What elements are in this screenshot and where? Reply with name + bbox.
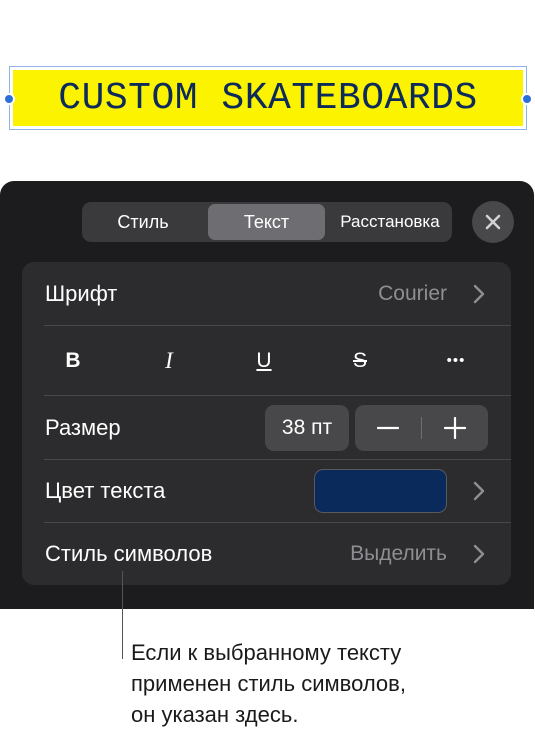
callout-line-2: применен стиль символов, (131, 671, 406, 696)
format-buttons-row: B I U S ••• (22, 326, 511, 395)
format-panel: Стиль Текст Расстановка Шрифт Courier B … (0, 181, 534, 609)
font-row[interactable]: Шрифт Courier (22, 262, 511, 325)
minus-icon (377, 426, 399, 430)
close-icon (485, 214, 501, 230)
more-options-button[interactable]: ••• (436, 341, 476, 381)
bold-button[interactable]: B (53, 341, 93, 381)
size-label: Размер (45, 414, 121, 440)
size-row: Размер 38 пт (22, 396, 511, 459)
text-options-group: Шрифт Courier B I U S ••• Размер 38 пт Ц… (22, 262, 511, 585)
selection-handle-left[interactable] (3, 93, 15, 105)
chevron-right-icon (473, 481, 485, 501)
callout-line-3: он указан здесь. (131, 702, 299, 727)
plus-icon (444, 417, 466, 439)
character-style-label: Стиль символов (45, 541, 213, 566)
canvas-text[interactable]: CUSTOM SKATEBOARDS (10, 67, 526, 129)
font-label: Шрифт (45, 280, 118, 306)
callout-line (122, 571, 123, 659)
strikethrough-button[interactable]: S (340, 341, 380, 381)
selected-text-box[interactable]: CUSTOM SKATEBOARDS (3, 66, 533, 130)
tab-text[interactable]: Текст (208, 204, 325, 240)
increase-size-button[interactable] (422, 405, 488, 451)
decrease-size-button[interactable] (355, 405, 421, 451)
text-color-row[interactable]: Цвет текста (22, 460, 511, 522)
character-style-value: Выделить (350, 542, 447, 565)
callout-line-1: Если к выбранному тексту (131, 640, 402, 665)
font-value: Courier (378, 281, 447, 305)
character-style-row[interactable]: Стиль символов Выделить (22, 523, 511, 585)
italic-button[interactable]: I (149, 341, 189, 381)
size-stepper (355, 405, 488, 451)
tab-style[interactable]: Стиль (82, 202, 204, 242)
tab-segmented-control: Стиль Текст Расстановка (82, 202, 452, 242)
chevron-right-icon (473, 284, 485, 303)
size-value-field[interactable]: 38 пт (265, 405, 349, 451)
close-button[interactable] (472, 201, 514, 243)
underline-button[interactable]: U (244, 341, 284, 381)
text-color-label: Цвет текста (45, 478, 166, 503)
tab-arrange[interactable]: Расстановка (328, 202, 452, 242)
chevron-right-icon (473, 544, 485, 564)
selection-handle-right[interactable] (521, 93, 533, 105)
callout-text: Если к выбранному тексту применен стиль … (131, 637, 531, 730)
text-color-swatch[interactable] (314, 469, 447, 513)
